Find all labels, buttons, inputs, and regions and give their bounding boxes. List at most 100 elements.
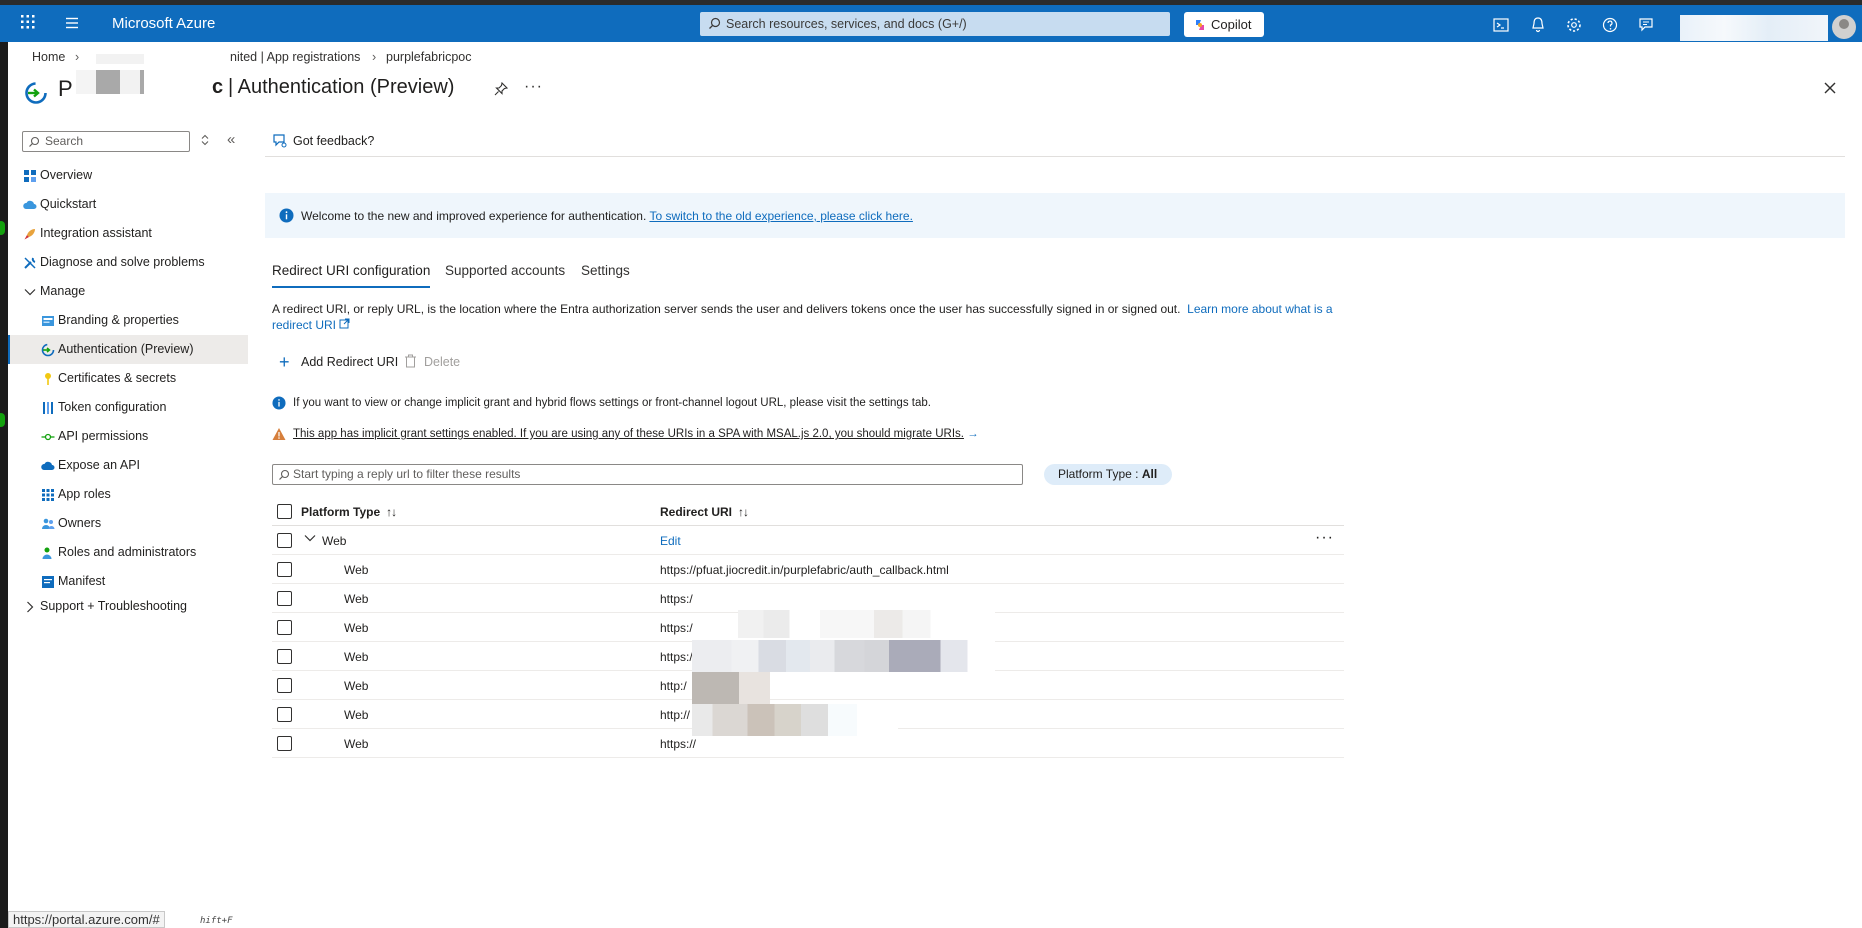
sidebar-item-label: Integration assistant	[40, 226, 152, 240]
sidebar-item-integration-assistant[interactable]: Integration assistant	[8, 219, 248, 248]
page-title: | Authentication (Preview)	[228, 76, 455, 98]
sidebar-item-manage[interactable]: Manage	[8, 277, 248, 306]
row-platform-type: Web	[344, 679, 369, 693]
sidebar-item-diagnose-and-solve-problems[interactable]: Diagnose and solve problems	[8, 248, 248, 277]
expand-collapse-icon[interactable]	[200, 134, 210, 146]
cloud-quickstart-icon	[23, 198, 37, 212]
overview-icon	[23, 169, 37, 183]
breadcrumb-home[interactable]: Home	[32, 50, 65, 64]
chevron-right-icon	[23, 600, 37, 614]
sort-icon[interactable]: ↑↓	[386, 505, 397, 519]
select-all-checkbox[interactable]	[277, 504, 292, 519]
row-more-actions-button[interactable]: ···	[1315, 529, 1334, 547]
breadcrumb-app-registrations[interactable]: nited | App registrations	[230, 50, 360, 64]
group-checkbox[interactable]	[277, 533, 292, 548]
row-checkbox[interactable]	[277, 678, 292, 693]
account-menu-blurred[interactable]	[1680, 15, 1828, 41]
row-checkbox[interactable]	[277, 736, 292, 751]
collapse-sidebar-button[interactable]: «	[227, 131, 235, 148]
page-title-fragment: c	[212, 76, 224, 98]
portal-menu-icon[interactable]	[64, 15, 80, 31]
copilot-button[interactable]: Copilot	[1184, 12, 1264, 37]
more-actions-button[interactable]: ···	[524, 78, 543, 96]
switch-old-experience-link[interactable]: To switch to the old experience, please …	[649, 209, 912, 223]
delete-button[interactable]: Delete	[424, 355, 460, 369]
sidebar-search-input[interactable]: Search	[22, 131, 190, 152]
external-link-icon	[339, 318, 350, 329]
sidebar-item-certificates-secrets[interactable]: Certificates & secrets	[8, 364, 248, 393]
bell-icon[interactable]	[1529, 16, 1547, 34]
tab-redirect-uri-configuration[interactable]: Redirect URI configuration	[272, 263, 431, 288]
table-row[interactable]: Web https://pfuat.jiocredit.in/purplefabr…	[272, 555, 1344, 584]
copilot-label: Copilot	[1211, 17, 1252, 32]
cloud-api-icon	[41, 459, 55, 473]
row-checkbox[interactable]	[277, 649, 292, 664]
global-search-input[interactable]: Search resources, services, and docs (G+…	[700, 12, 1170, 36]
close-icon[interactable]	[1822, 80, 1838, 96]
sidebar-item-authentication-preview[interactable]: Authentication (Preview)	[8, 335, 248, 364]
status-dot	[0, 221, 5, 235]
sidebar-item-token-configuration[interactable]: Token configuration	[8, 393, 248, 422]
token-bars-icon	[41, 401, 55, 415]
sidebar-item-label: Token configuration	[58, 400, 167, 414]
platform-type-header-label[interactable]: Platform Type	[301, 505, 380, 519]
row-checkbox[interactable]	[277, 591, 292, 606]
chevron-down-icon[interactable]	[304, 532, 316, 544]
search-icon	[29, 136, 40, 147]
gear-icon[interactable]	[1565, 16, 1583, 34]
sidebar-item-api-permissions[interactable]: API permissions	[8, 422, 248, 451]
sidebar-item-owners[interactable]: Owners	[8, 509, 248, 538]
sidebar-item-quickstart[interactable]: Quickstart	[8, 190, 248, 219]
sidebar-item-label: Expose an API	[58, 458, 141, 472]
help-icon[interactable]	[1601, 16, 1619, 34]
cloud-shell-icon[interactable]	[1492, 16, 1510, 34]
pin-icon[interactable]	[494, 82, 508, 96]
tab-supported-accounts[interactable]: Supported accounts	[445, 263, 565, 278]
sidebar-item-overview[interactable]: Overview	[8, 161, 248, 190]
portal-brand[interactable]: Microsoft Azure	[112, 15, 215, 32]
table-row[interactable]: Web https:/	[272, 584, 1344, 613]
platform-type-header: Platform Type ↑↓	[301, 505, 397, 519]
row-checkbox[interactable]	[277, 562, 292, 577]
sidebar-item-label: Support + Troubleshooting	[40, 599, 187, 613]
sidebar-item-support-troubleshooting[interactable]: Support + Troubleshooting	[8, 592, 248, 621]
avatar[interactable]	[1832, 15, 1856, 39]
table-row[interactable]: Web http:/	[272, 671, 1344, 700]
sidebar-item-label: Owners	[58, 516, 102, 530]
description-text: A redirect URI, or reply URL, is the loc…	[272, 302, 1181, 316]
window-left-edge	[0, 42, 8, 928]
sidebar-item-manifest[interactable]: Manifest	[8, 567, 248, 592]
sort-icon[interactable]: ↑↓	[738, 505, 749, 519]
app-launcher-icon[interactable]	[20, 14, 36, 30]
grid-header-row: Platform Type ↑↓ Redirect URI ↑↓	[272, 497, 1344, 526]
sidebar-item-roles-and-administrators[interactable]: Roles and administrators	[8, 538, 248, 567]
tab-settings[interactable]: Settings	[581, 263, 630, 278]
edit-web-button[interactable]: Edit	[660, 534, 681, 548]
search-icon	[709, 17, 721, 29]
status-dot	[0, 413, 5, 427]
row-checkbox[interactable]	[277, 620, 292, 635]
sidebar-item-label: Quickstart	[40, 197, 97, 211]
row-redirect-uri: https:/	[660, 650, 693, 664]
redirect-uri-header-label[interactable]: Redirect URI	[660, 505, 732, 519]
platform-type-filter-pill[interactable]: Platform Type : All	[1044, 464, 1172, 485]
redirect-uri-description: A redirect URI, or reply URL, is the loc…	[272, 301, 1342, 333]
redirect-uri-filter-input[interactable]: Start typing a reply url to filter these…	[272, 464, 1023, 485]
manifest-icon	[41, 575, 55, 589]
sidebar-item-branding-properties[interactable]: Branding & properties	[8, 306, 248, 335]
sidebar-item-label: API permissions	[58, 429, 149, 443]
info-banner-text: Welcome to the new and improved experien…	[301, 209, 913, 223]
migrate-uris-link[interactable]: This app has implicit grant settings ena…	[293, 428, 964, 440]
divider	[265, 156, 1845, 157]
sidebar-item-expose-an-api[interactable]: Expose an API	[8, 451, 248, 480]
delete-icon	[405, 354, 416, 368]
platform-filter-label: Platform Type :	[1058, 467, 1142, 481]
chevron-right-icon: ›	[372, 50, 377, 64]
sidebar-item-app-roles[interactable]: App roles	[8, 480, 248, 509]
row-checkbox[interactable]	[277, 707, 292, 722]
add-redirect-uri-button[interactable]: Add Redirect URI	[301, 355, 398, 369]
breadcrumb-app[interactable]: purplefabricpoc	[386, 50, 471, 64]
feedback-icon[interactable]	[1637, 16, 1655, 34]
row-redirect-uri: http:/	[660, 679, 687, 693]
people-icon	[41, 517, 55, 531]
